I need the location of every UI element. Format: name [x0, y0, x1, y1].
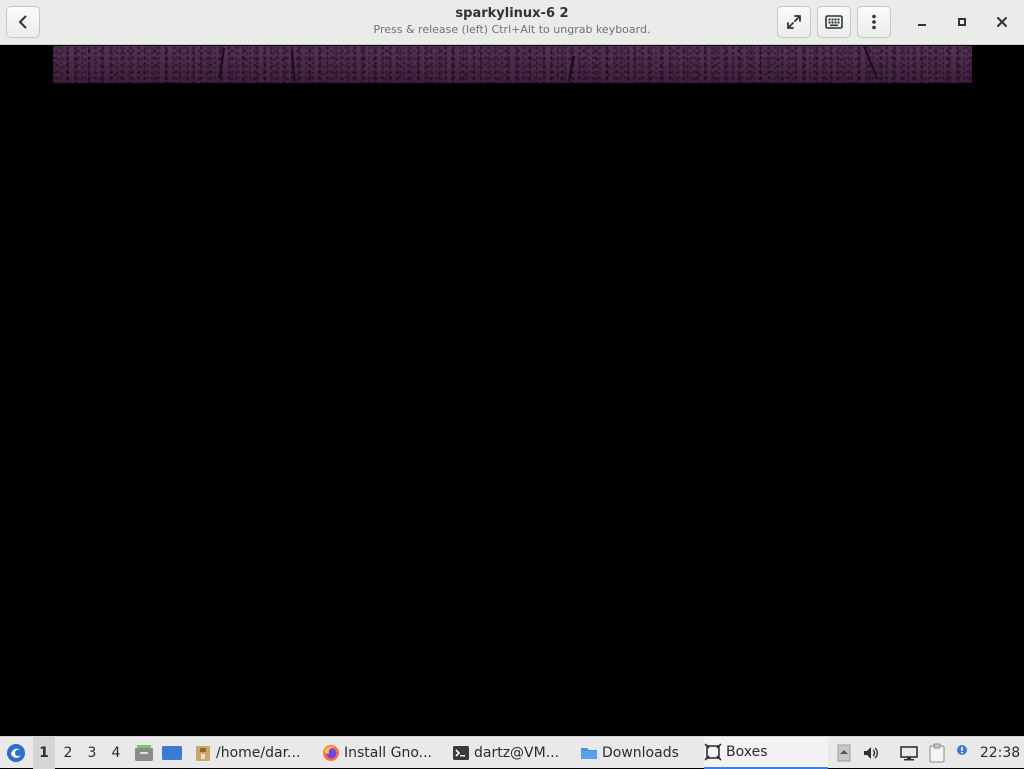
task-label: Downloads: [602, 745, 679, 761]
workspace-3[interactable]: 3: [81, 737, 103, 769]
desktop-icon: [162, 746, 182, 760]
wallpaper-crack: [567, 55, 575, 82]
maximize-icon: [958, 18, 966, 26]
window-subtitle: Press & release (left) Ctrl+Alt to ungra…: [373, 23, 651, 36]
volume-control[interactable]: [860, 737, 882, 769]
show-desktop-launcher[interactable]: [160, 737, 184, 769]
start-menu-button[interactable]: [3, 737, 29, 769]
header-bar: sparkylinux-6 2 Press & release (left) C…: [0, 0, 1024, 45]
workspace-2[interactable]: 2: [57, 737, 79, 769]
keyboard-icon: [825, 15, 843, 29]
back-arrow-icon: [19, 15, 27, 29]
minimize-icon: [918, 24, 926, 26]
firefox-icon: [323, 745, 339, 761]
window-title-area: sparkylinux-6 2 Press & release (left) C…: [300, 5, 724, 37]
taskbar: 1 2 3 4 /home/dar... Install Gno... dart…: [0, 736, 1024, 769]
close-button[interactable]: [990, 10, 1014, 34]
task-label: Boxes: [726, 744, 768, 760]
vertical-dots-icon: [872, 14, 876, 30]
task-boxes[interactable]: Boxes: [704, 737, 828, 769]
sparky-logo-icon: [7, 744, 25, 762]
update-notifier[interactable]: [952, 737, 972, 769]
task-label: dartz@VM...: [474, 745, 560, 761]
workspace-1[interactable]: 1: [33, 737, 55, 769]
boxes-icon: [704, 743, 722, 761]
network-wired-icon: [900, 746, 918, 761]
wallpaper-crack: [218, 47, 225, 78]
task-terminal[interactable]: dartz@VM...: [452, 737, 570, 769]
task-home-folder[interactable]: /home/dar...: [194, 737, 312, 769]
vm-display[interactable]: [0, 45, 1024, 736]
window-title: sparkylinux-6 2: [455, 6, 569, 21]
vm-wallpaper-strip: [53, 45, 972, 83]
minimize-button[interactable]: [910, 10, 934, 34]
file-manager-icon: [135, 745, 153, 761]
task-label: /home/dar...: [216, 745, 301, 761]
keyboard-button[interactable]: [817, 6, 851, 38]
back-button[interactable]: [6, 6, 40, 38]
menu-button[interactable]: [857, 6, 891, 38]
chevron-up-icon: [837, 744, 851, 762]
workspace-4[interactable]: 4: [105, 737, 127, 769]
maximize-button[interactable]: [950, 10, 974, 34]
fullscreen-icon: [787, 15, 801, 29]
task-downloads[interactable]: Downloads: [580, 737, 698, 769]
fullscreen-button[interactable]: [777, 6, 811, 38]
clock[interactable]: 22:38: [978, 737, 1022, 769]
clipboard-icon: [929, 743, 945, 763]
network-indicator[interactable]: [898, 737, 920, 769]
terminal-icon: [453, 746, 469, 760]
info-badge-icon: [957, 745, 967, 755]
speaker-icon: [864, 747, 878, 759]
folder-icon: [581, 748, 597, 759]
close-icon: [997, 17, 1007, 27]
task-firefox[interactable]: Install Gno...: [322, 737, 440, 769]
archive-folder-icon: [196, 746, 210, 761]
file-manager-launcher[interactable]: [132, 737, 156, 769]
wallpaper-crack: [863, 45, 879, 80]
task-label: Install Gno...: [344, 745, 432, 761]
wallpaper-crack: [291, 49, 296, 82]
clipboard-indicator[interactable]: [926, 737, 948, 769]
tray-expand-button[interactable]: [836, 737, 852, 769]
